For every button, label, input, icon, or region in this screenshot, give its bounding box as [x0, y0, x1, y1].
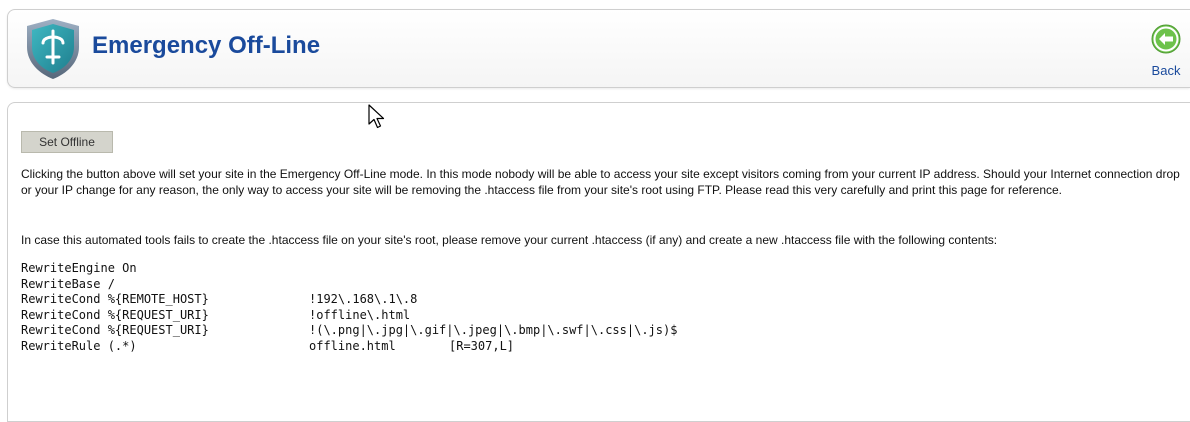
code-target: offline.html — [309, 338, 396, 353]
instructions-paragraph: In case this automated tools fails to cr… — [21, 233, 998, 247]
content-panel: Set Offline Clicking the button above wi… — [7, 102, 1190, 422]
code-line: RewriteEngine On — [21, 261, 137, 275]
code-directive: RewriteRule (.*) — [21, 338, 137, 353]
back-label: Back — [1151, 63, 1181, 78]
htaccess-code-block: RewriteEngine On RewriteBase / RewriteCo… — [21, 261, 677, 354]
page-title: Emergency Off-Line — [92, 32, 321, 59]
code-value: !192\.168\.1\.8 — [309, 292, 418, 306]
code-directive: RewriteCond %{REMOTE_HOST} — [21, 292, 209, 306]
code-value: !offline\.html — [309, 307, 411, 322]
code-line: RewriteCond %{REQUEST_URI} !offline\.html — [21, 308, 677, 324]
code-directive: RewriteCond %{REQUEST_URI} — [21, 323, 209, 337]
code-line: RewriteCond %{REMOTE_HOST} !192\.168\.1\.… — [21, 292, 677, 308]
mouse-pointer-icon — [368, 104, 385, 129]
code-line: RewriteRule (.*) offline.html [R=307,L] — [21, 339, 677, 355]
set-offline-button[interactable]: Set Offline — [21, 131, 113, 153]
code-value: !(\.png|\.jpg|\.gif|\.jpeg|\.bmp|\.swf|\… — [309, 323, 678, 337]
back-button[interactable]: Back — [1146, 24, 1186, 82]
code-line: RewriteBase / — [21, 276, 115, 291]
back-arrow-icon — [1151, 24, 1181, 54]
warning-paragraph: Clicking the button above will set your … — [21, 167, 1180, 197]
code-flags: [R=307,L] — [449, 338, 515, 353]
code-line: RewriteCond %{REQUEST_URI} !(\.png|\.jpg|… — [21, 323, 677, 339]
code-directive: RewriteCond %{REQUEST_URI} — [21, 307, 209, 322]
shield-logo-icon — [27, 19, 79, 79]
page-header: Emergency Off-Line Back — [7, 9, 1190, 88]
